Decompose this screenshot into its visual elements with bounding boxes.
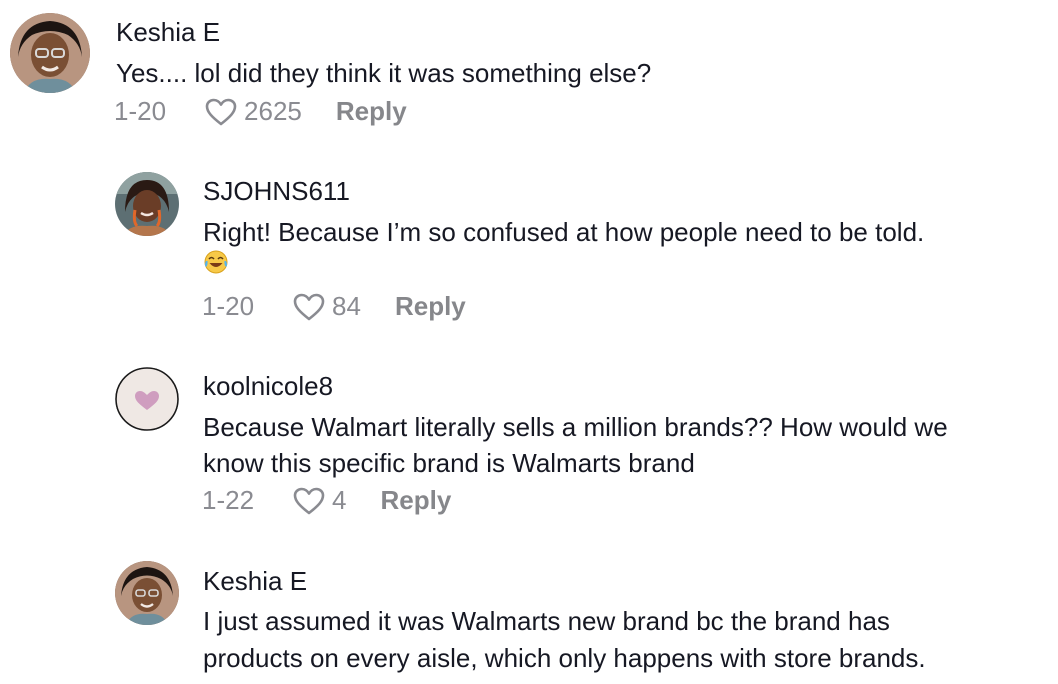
avatar[interactable] (115, 561, 179, 625)
comment-text: Right! Because I’m so confused at how pe… (203, 217, 925, 247)
heart-avatar-icon (115, 367, 179, 431)
like-button[interactable]: 4 (292, 485, 380, 516)
comment-date: 1-20 (114, 96, 167, 126)
like-count: 84 (332, 291, 361, 321)
like-button[interactable]: 2625 (204, 96, 336, 127)
comment-emoji (203, 248, 229, 285)
avatar[interactable] (115, 367, 179, 431)
comment-username[interactable]: Keshia E (116, 17, 220, 48)
like-count: 4 (332, 485, 347, 515)
avatar[interactable] (115, 172, 179, 236)
user-photo-avatar-icon (115, 172, 179, 236)
comment-text-line-2: know this specific brand is Walmarts bra… (203, 448, 695, 478)
user-photo-avatar-icon (115, 561, 179, 625)
like-button[interactable]: 84 (292, 291, 395, 322)
comment-username[interactable]: SJOHNS611 (203, 176, 350, 207)
comment-username[interactable]: Keshia E (203, 566, 307, 597)
comment-text-line-1: I just assumed it was Walmarts new brand… (203, 606, 890, 636)
comment-date: 1-22 (202, 485, 255, 515)
user-photo-avatar-icon (10, 13, 90, 93)
heart-outline-icon (205, 98, 237, 125)
reply-button[interactable]: Reply (395, 291, 466, 322)
comment-username[interactable]: koolnicole8 (203, 371, 333, 402)
comment-text-line-2: products on every aisle, which only happ… (203, 643, 926, 673)
avatar[interactable] (10, 13, 90, 93)
tears-of-joy-emoji-icon (204, 250, 228, 274)
reply-button[interactable]: Reply (336, 96, 407, 127)
heart-outline-icon (293, 487, 325, 514)
reply-button[interactable]: Reply (381, 485, 452, 516)
heart-outline-icon (293, 293, 325, 320)
comment-meta: 1-20 84 Reply (202, 291, 466, 322)
like-count: 2625 (244, 96, 302, 126)
comment-date: 1-20 (202, 291, 255, 321)
comment-meta: 1-20 2625 Reply (114, 96, 407, 127)
comment-meta: 1-22 4 Reply (202, 485, 451, 516)
comment-text-line-1: Because Walmart literally sells a millio… (203, 412, 948, 442)
comment-text: Yes.... lol did they think it was someth… (116, 58, 652, 88)
